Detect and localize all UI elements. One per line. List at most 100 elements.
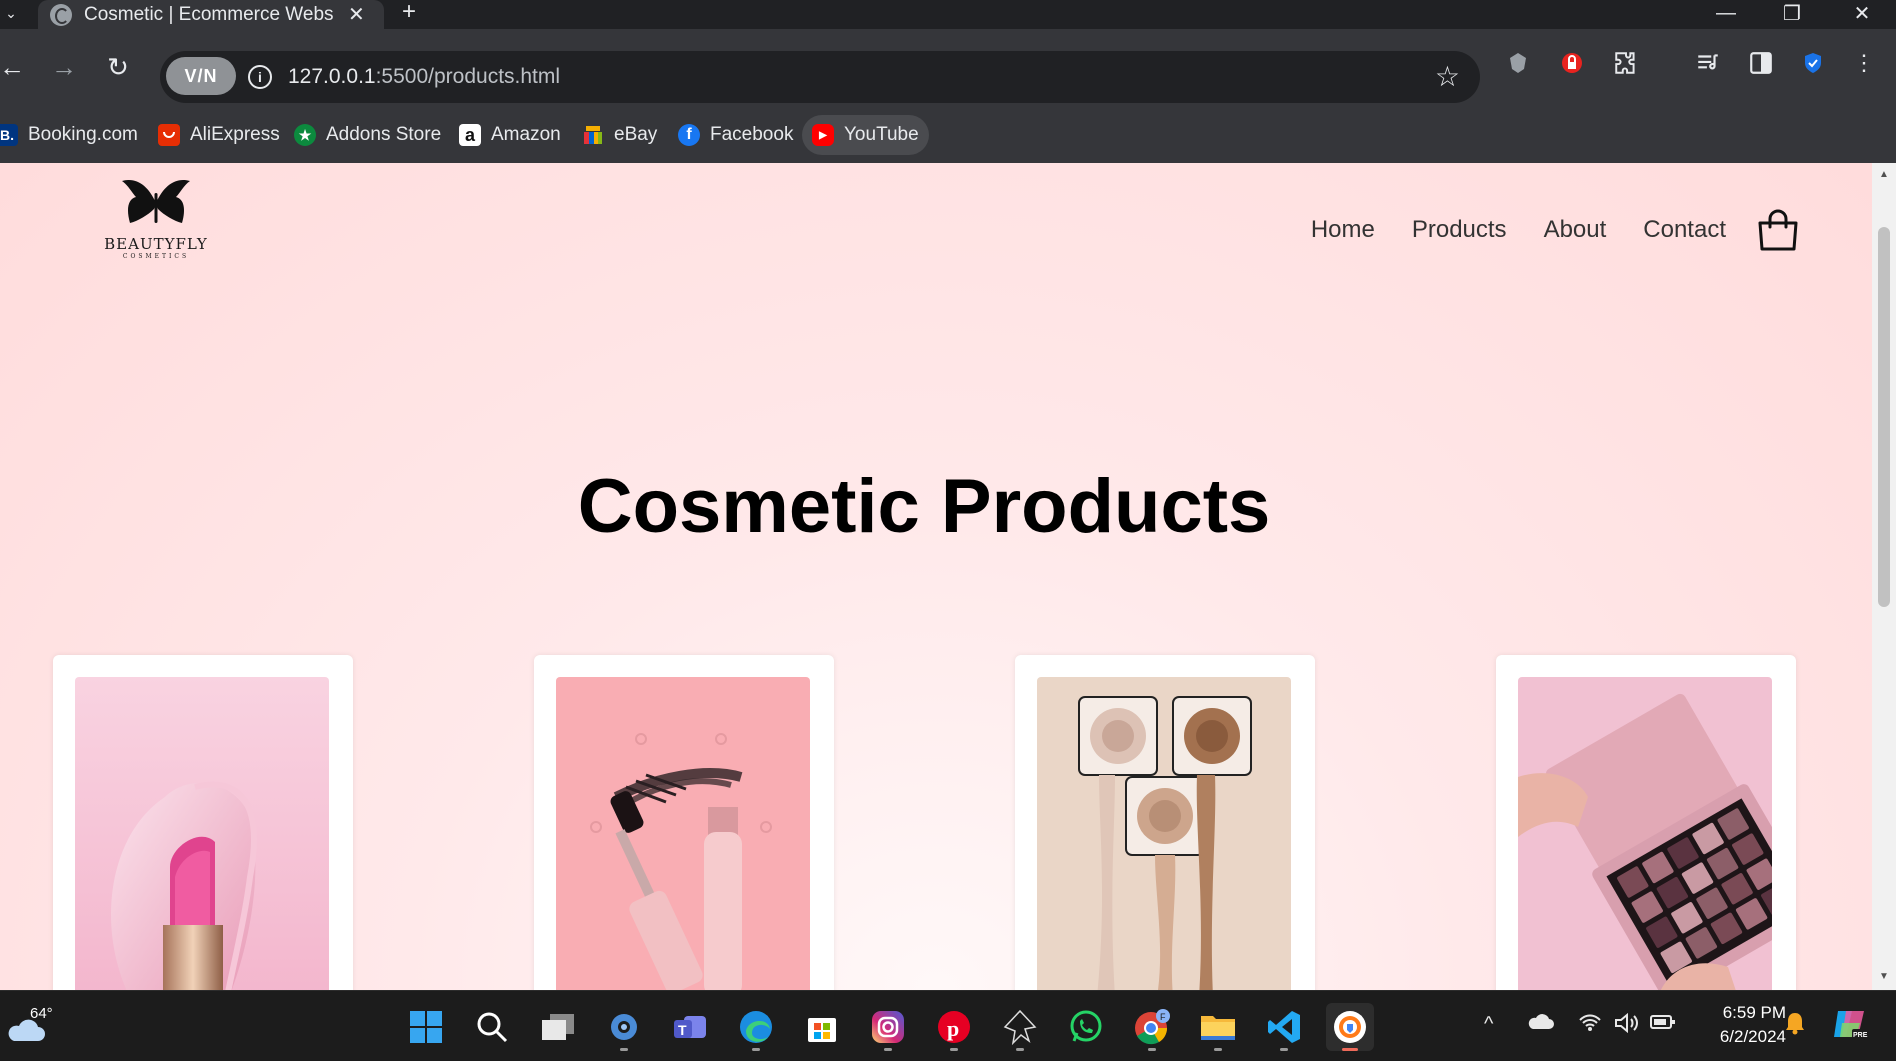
shopping-bag-icon[interactable]	[1756, 209, 1800, 251]
bookmark-label: YouTube	[844, 124, 919, 145]
restore-icon[interactable]: ❐	[1762, 0, 1822, 26]
active-tab[interactable]: Cosmetic | Ecommerce Website ✕	[38, 0, 384, 29]
close-window-icon[interactable]: ✕	[1832, 0, 1892, 26]
bookmark-facebook[interactable]: f Facebook	[678, 115, 793, 155]
taskbar-teams[interactable]: T	[666, 1003, 714, 1051]
pinterest-icon: p	[938, 1011, 970, 1043]
url-host: 127.0.0.1	[288, 65, 376, 88]
start-button[interactable]	[402, 1003, 450, 1051]
bookmarks-bar: B. Booking.com AliExpress ★ Addons Store…	[0, 105, 1896, 163]
side-panel-icon[interactable]	[1745, 47, 1777, 79]
taskbar-whatsapp[interactable]	[1062, 1003, 1110, 1051]
minimize-icon[interactable]: —	[1696, 0, 1756, 26]
page-title: Cosmetic Products	[577, 464, 1271, 549]
amazon-icon: a	[459, 124, 481, 146]
url-text[interactable]: 127.0.0.1:5500/products.html	[288, 65, 560, 89]
facebook-icon: f	[678, 124, 700, 146]
reload-icon[interactable]: ↻	[100, 49, 136, 85]
tab-strip: ⌄ Cosmetic | Ecommerce Website ✕ + — ❐ ✕	[0, 0, 1896, 29]
bookmark-booking[interactable]: B. Booking.com	[0, 115, 138, 155]
product-card[interactable]	[534, 655, 834, 990]
nav-contact[interactable]: Contact	[1643, 216, 1726, 244]
extension-shield-icon[interactable]	[1502, 47, 1534, 79]
bookmark-label: Addons Store	[326, 124, 442, 145]
reading-list-icon[interactable]	[1692, 47, 1724, 79]
brand-logo[interactable]: BEAUTYFLY COSMETICS	[100, 175, 212, 260]
taskbar-edge[interactable]	[732, 1003, 780, 1051]
address-bar[interactable]: V/N i 127.0.0.1:5500/products.html ☆	[160, 51, 1480, 103]
scroll-down-arrow-icon[interactable]: ▼	[1878, 971, 1890, 983]
extension-lock-icon[interactable]	[1556, 47, 1588, 79]
bookmark-ebay[interactable]: eBay	[582, 115, 657, 155]
weather-widget[interactable]: 64°	[6, 1003, 62, 1049]
taskbar-inkscape[interactable]	[996, 1003, 1044, 1051]
nav-home[interactable]: Home	[1311, 216, 1375, 244]
nav-about[interactable]: About	[1544, 216, 1607, 244]
settings-gear-icon	[611, 1014, 637, 1040]
tab-search-chevron-icon[interactable]: ⌄	[0, 0, 22, 26]
product-card[interactable]	[53, 655, 353, 990]
taskbar-store[interactable]	[798, 1003, 846, 1051]
running-indicator	[884, 1048, 892, 1051]
whatsapp-icon	[1070, 1010, 1102, 1042]
taskbar-file-explorer[interactable]	[1194, 1003, 1242, 1051]
scroll-up-arrow-icon[interactable]: ▲	[1878, 169, 1890, 181]
scroll-thumb[interactable]	[1878, 227, 1890, 607]
windows-taskbar: 64° T p F ^ 6:59 PM 6/2/2024 PRE	[0, 990, 1896, 1061]
svg-text:PRE: PRE	[1853, 1032, 1868, 1039]
taskbar-instagram[interactable]	[864, 1003, 912, 1051]
bookmark-label: AliExpress	[190, 124, 280, 145]
forward-icon[interactable]: →	[46, 49, 82, 85]
taskbar-pinterest[interactable]: p	[930, 1003, 978, 1051]
taskbar-search[interactable]	[468, 1003, 516, 1051]
vpn-button[interactable]: V/N	[166, 57, 236, 95]
weather-temp: 64°	[30, 1005, 53, 1022]
bookmark-addons-store[interactable]: ★ Addons Store	[294, 115, 441, 155]
nav-products[interactable]: Products	[1412, 216, 1507, 244]
running-indicator	[1214, 1048, 1222, 1051]
bookmark-star-icon[interactable]: ☆	[1435, 60, 1460, 93]
taskbar-settings[interactable]	[600, 1003, 648, 1051]
task-view-button[interactable]	[534, 1003, 582, 1051]
tab-title: Cosmetic | Ecommerce Website	[84, 3, 334, 25]
main-nav: Home Products About Contact	[1311, 209, 1872, 251]
inkscape-icon	[1003, 1009, 1037, 1045]
bookmark-youtube[interactable]: ▶ YouTube	[802, 115, 929, 155]
site-info-icon[interactable]: i	[248, 65, 272, 89]
youtube-icon: ▶	[812, 124, 834, 146]
product-image-mascara[interactable]	[556, 677, 810, 990]
page-scrollbar[interactable]: ▲ ▼	[1872, 163, 1896, 990]
bookmark-label: Amazon	[491, 124, 561, 145]
product-image-foundation[interactable]	[1037, 677, 1291, 990]
extensions-puzzle-icon[interactable]	[1610, 47, 1642, 79]
product-card[interactable]	[1496, 655, 1796, 990]
taskbar-brave[interactable]	[1326, 1003, 1374, 1051]
edge-icon	[740, 1011, 772, 1043]
onedrive-cloud-icon[interactable]	[1528, 1013, 1554, 1037]
taskbar-chrome[interactable]: F	[1128, 1003, 1176, 1051]
wifi-icon[interactable]	[1578, 1013, 1602, 1039]
product-card[interactable]	[1015, 655, 1315, 990]
aliexpress-icon	[158, 124, 180, 146]
battery-icon[interactable]	[1650, 1013, 1676, 1037]
chrome-icon: F	[1135, 1009, 1170, 1045]
bookmark-aliexpress[interactable]: AliExpress	[158, 115, 280, 155]
notification-bell-icon[interactable]	[1784, 1011, 1806, 1041]
running-indicator	[620, 1048, 628, 1051]
booking-icon: B.	[0, 124, 18, 146]
product-image-eyeshadow-palette[interactable]	[1518, 677, 1772, 990]
product-image-lipstick[interactable]	[75, 677, 329, 990]
browser-menu-icon[interactable]: ⋮	[1848, 47, 1880, 79]
windows-icon	[410, 1011, 442, 1043]
new-tab-button[interactable]: +	[402, 0, 416, 26]
system-clock[interactable]: 6:59 PM 6/2/2024	[1690, 1001, 1786, 1049]
close-tab-icon[interactable]: ✕	[348, 5, 365, 25]
show-hidden-icons-chevron-icon[interactable]: ^	[1484, 1013, 1493, 1036]
copilot-icon[interactable]: PRE	[1830, 1005, 1868, 1049]
back-icon[interactable]: ←	[0, 49, 30, 85]
bookmark-amazon[interactable]: a Amazon	[459, 115, 561, 155]
volume-icon[interactable]	[1614, 1012, 1640, 1039]
browser-shield-icon	[1334, 1011, 1366, 1043]
taskbar-vscode[interactable]	[1260, 1003, 1308, 1051]
bitwarden-shield-icon[interactable]	[1797, 47, 1829, 79]
